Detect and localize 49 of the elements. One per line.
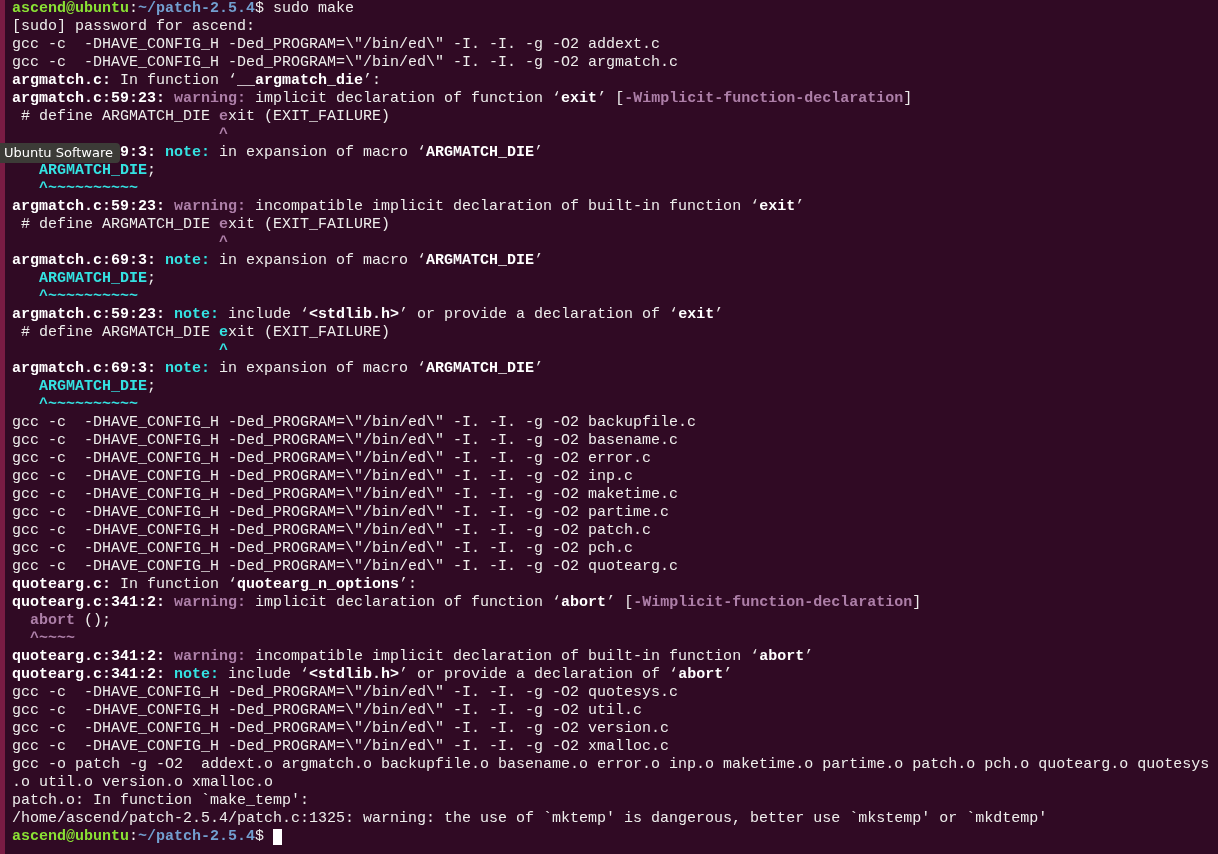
terminal-line: gcc -c -DHAVE_CONFIG_H -Ded_PROGRAM=\"/bin/ed\" -I. -I. -g -O2 inp.c [12, 468, 634, 486]
terminal-line: quotearg.c: In function ‘quotearg_n_options’: [12, 576, 418, 594]
terminal-line: ARGMATCH_DIE; [38, 378, 157, 396]
terminal-line: argmatch.c:59:23: note: include ‘<stdlib.h>’ or provide a declaration of ‘exit’ [12, 306, 724, 324]
terminal-line: ^~~~~~~~~~~ [38, 288, 139, 306]
command-prompt: ascend@ubuntu:~/patch-2.5.4$ sudo make [12, 0, 355, 18]
terminal-line: /home/ascend/patch-2.5.4/patch.c:1325: warning: the use of `mktemp' is dangerous, better use `mkstemp' or `mkdtemp' [12, 810, 1048, 828]
terminal-line: argmatch.c: In function ‘__argmatch_die’: [12, 72, 382, 90]
terminal-line: gcc -c -DHAVE_CONFIG_H -Ded_PROGRAM=\"/bin/ed\" -I. -I. -g -O2 pch.c [12, 540, 634, 558]
terminal-line: # define ARGMATCH_DIE exit (EXIT_FAILURE) [20, 324, 391, 342]
terminal-line: ^ [218, 234, 229, 252]
terminal-line: ^~~~~~~~~~~ [38, 396, 139, 414]
terminal-line: gcc -c -DHAVE_CONFIG_H -Ded_PROGRAM=\"/bin/ed\" -I. -I. -g -O2 partime.c [12, 504, 670, 522]
command-prompt: ascend@ubuntu:~/patch-2.5.4$ [12, 828, 266, 846]
terminal-line: [sudo] password for ascend: [12, 18, 256, 36]
terminal-line: 9:3: note: in expansion of macro ‘ARGMATCH_DIE’ [120, 144, 544, 162]
terminal-line: ^ [218, 342, 229, 360]
terminal-line: gcc -c -DHAVE_CONFIG_H -Ded_PROGRAM=\"/bin/ed\" -I. -I. -g -O2 version.c [12, 720, 670, 738]
terminal-line: quotearg.c:341:2: warning: implicit declaration of function ‘abort’ [-Wimplicit-function-declaration] [12, 594, 922, 612]
terminal-line: ^~~~~~~~~~~ [38, 180, 139, 198]
terminal-line: gcc -o patch -g -O2 addext.o argmatch.o backupfile.o basename.o error.o inp.o maketime.o partime.o patch.o pch.o quotearg.o quotesys [12, 756, 1210, 774]
terminal-line: gcc -c -DHAVE_CONFIG_H -Ded_PROGRAM=\"/bin/ed\" -I. -I. -g -O2 backupfile.c [12, 414, 697, 432]
text-cursor [273, 829, 283, 845]
terminal-line: gcc -c -DHAVE_CONFIG_H -Ded_PROGRAM=\"/bin/ed\" -I. -I. -g -O2 basename.c [12, 432, 679, 450]
terminal-line: .o util.o version.o xmalloc.o [12, 774, 274, 792]
terminal-line: gcc -c -DHAVE_CONFIG_H -Ded_PROGRAM=\"/bin/ed\" -I. -I. -g -O2 xmalloc.c [12, 738, 670, 756]
terminal-line: quotearg.c:341:2: warning: incompatible implicit declaration of built-in function ‘abort’ [12, 648, 814, 666]
terminal-line: gcc -c -DHAVE_CONFIG_H -Ded_PROGRAM=\"/bin/ed\" -I. -I. -g -O2 patch.c [12, 522, 652, 540]
terminal-line: gcc -c -DHAVE_CONFIG_H -Ded_PROGRAM=\"/bin/ed\" -I. -I. -g -O2 quotesys.c [12, 684, 679, 702]
terminal-line: argmatch.c:69:3: note: in expansion of macro ‘ARGMATCH_DIE’ [12, 360, 544, 378]
tooltip: Ubuntu Software [0, 143, 120, 163]
terminal-line: ARGMATCH_DIE; [38, 270, 157, 288]
terminal-line: gcc -c -DHAVE_CONFIG_H -Ded_PROGRAM=\"/bin/ed\" -I. -I. -g -O2 quotearg.c [12, 558, 679, 576]
terminal-line: ARGMATCH_DIE; [38, 162, 157, 180]
terminal-line: argmatch.c:59:23: warning: implicit declaration of function ‘exit’ [-Wimplicit-function-declaration] [12, 90, 913, 108]
terminal-line: gcc -c -DHAVE_CONFIG_H -Ded_PROGRAM=\"/bin/ed\" -I. -I. -g -O2 maketime.c [12, 486, 679, 504]
terminal-line: # define ARGMATCH_DIE exit (EXIT_FAILURE) [20, 216, 391, 234]
terminal-line: argmatch.c:59:23: warning: incompatible implicit declaration of built-in function ‘exit’ [12, 198, 805, 216]
terminal-line: ^ [218, 126, 229, 144]
terminal-line: abort (); [29, 612, 112, 630]
terminal-line: quotearg.c:341:2: note: include ‘<stdlib.h>’ or provide a declaration of ‘abort’ [12, 666, 733, 684]
terminal-line: gcc -c -DHAVE_CONFIG_H -Ded_PROGRAM=\"/bin/ed\" -I. -I. -g -O2 argmatch.c [12, 54, 679, 72]
terminal-line: gcc -c -DHAVE_CONFIG_H -Ded_PROGRAM=\"/bin/ed\" -I. -I. -g -O2 error.c [12, 450, 652, 468]
terminal-line: gcc -c -DHAVE_CONFIG_H -Ded_PROGRAM=\"/bin/ed\" -I. -I. -g -O2 addext.c [12, 36, 661, 54]
terminal-line: gcc -c -DHAVE_CONFIG_H -Ded_PROGRAM=\"/bin/ed\" -I. -I. -g -O2 util.c [12, 702, 643, 720]
terminal-line: ^~~~~ [29, 630, 75, 648]
terminal-line: patch.o: In function `make_temp': [12, 792, 310, 810]
terminal-line: # define ARGMATCH_DIE exit (EXIT_FAILURE) [20, 108, 391, 126]
terminal-line: argmatch.c:69:3: note: in expansion of macro ‘ARGMATCH_DIE’ [12, 252, 544, 270]
